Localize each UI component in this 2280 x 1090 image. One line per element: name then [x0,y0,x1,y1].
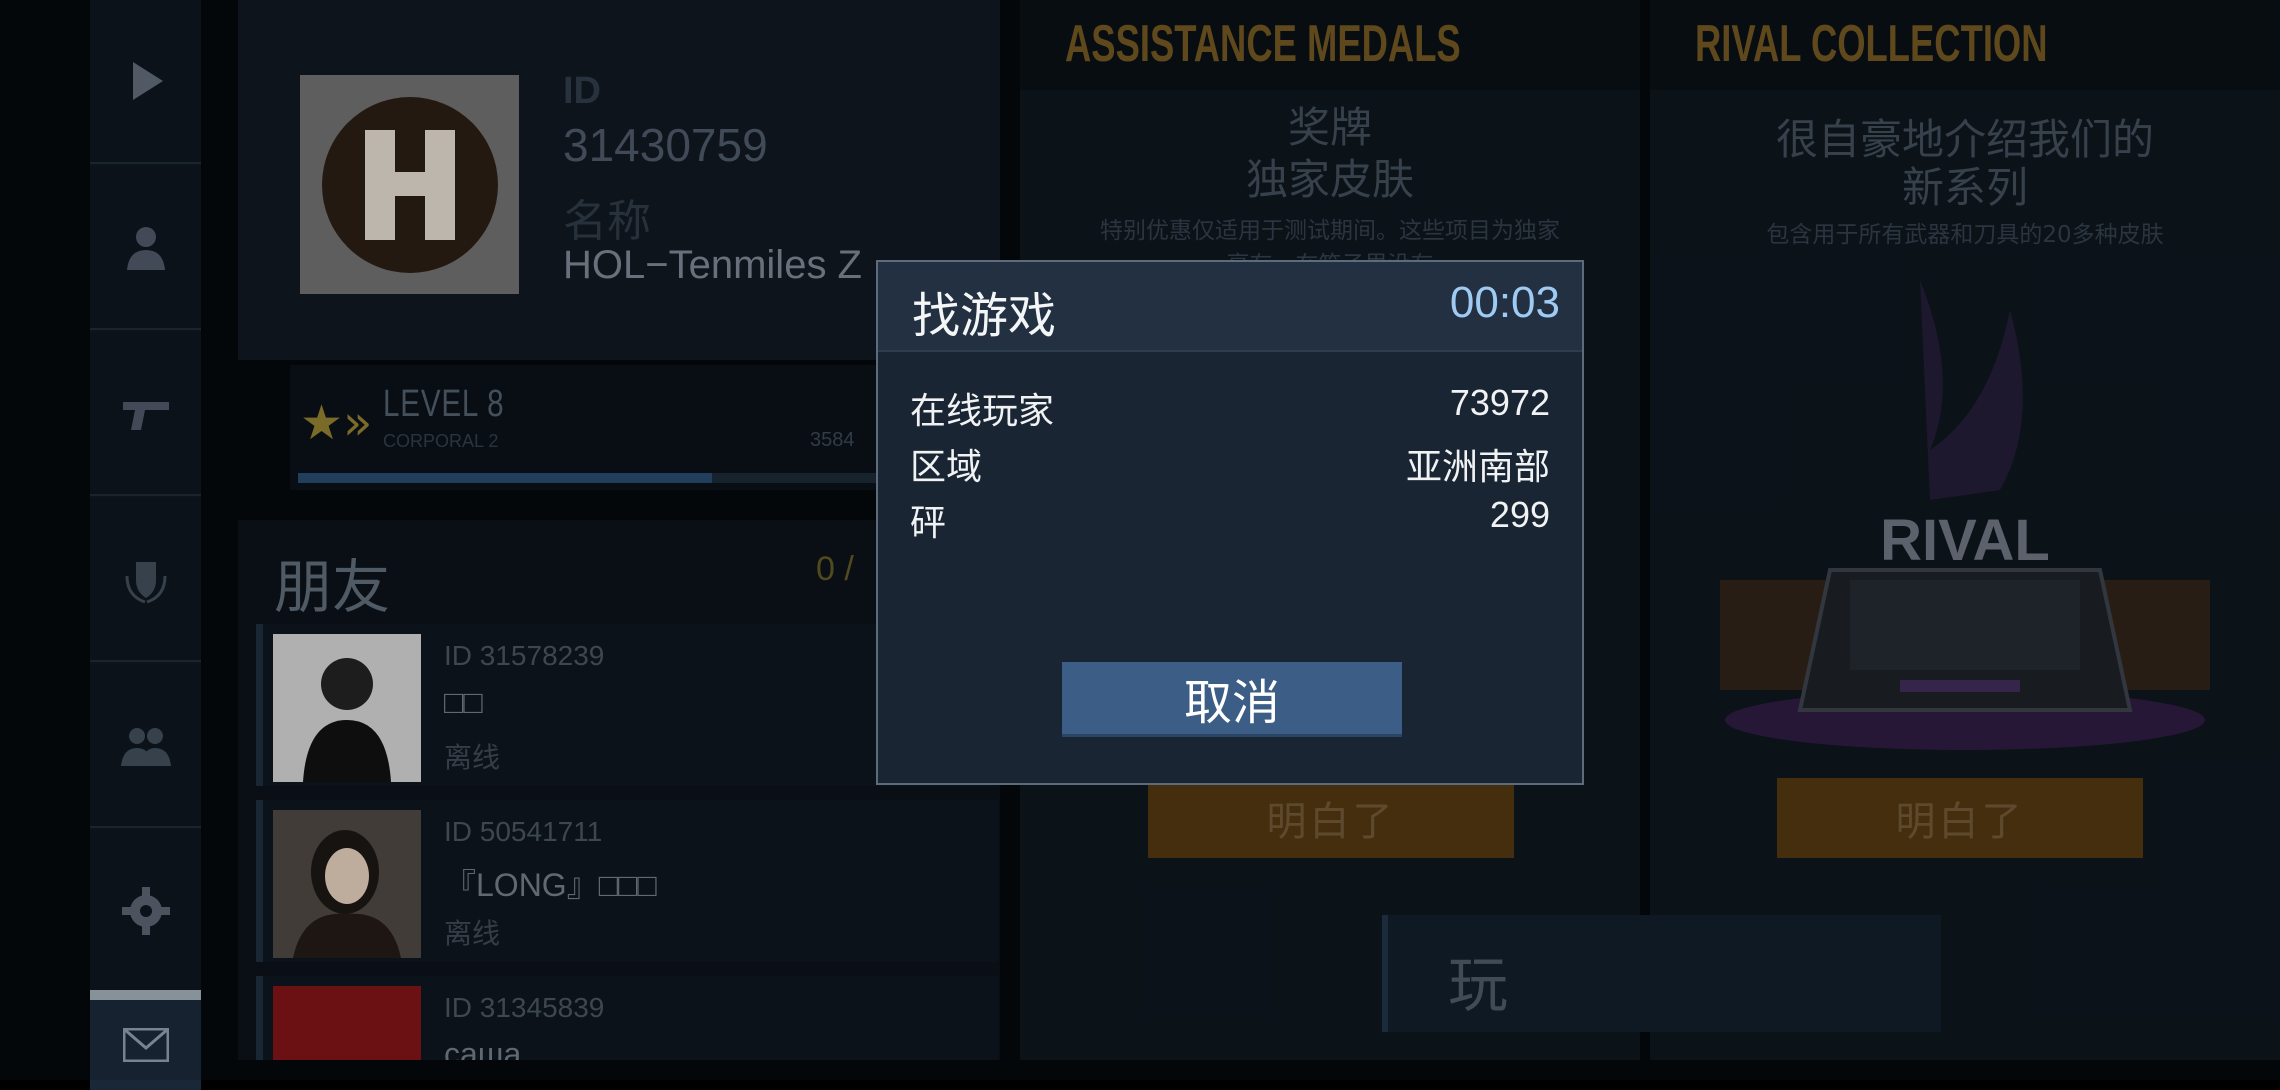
find-game-dialog: 找游戏 00:03 在线玩家 73972 区域 亚洲南部 砰 299 取消 [876,260,1584,785]
game-lobby-screen: ID 31430759 名称 HOL−Tenmiles Z ★» LEVEL 8… [0,0,2280,1090]
cancel-button[interactable]: 取消 [1062,662,1402,737]
region-row: 区域 亚洲南部 [910,438,1550,488]
dialog-title: 找游戏 [912,288,1057,344]
region-value: 亚洲南部 [1405,447,1550,488]
ping-row: 砰 299 [910,494,1550,544]
online-players-row: 在线玩家 73972 [910,382,1550,432]
online-players-value: 73972 [1449,382,1550,423]
ping-value: 299 [1489,494,1550,535]
online-players-label: 在线玩家 [910,391,1055,432]
dialog-header: 找游戏 00:03 [878,262,1582,352]
search-timer: 00:03 [1449,278,1560,327]
region-label: 区域 [910,447,983,488]
ping-label: 砰 [910,503,947,544]
